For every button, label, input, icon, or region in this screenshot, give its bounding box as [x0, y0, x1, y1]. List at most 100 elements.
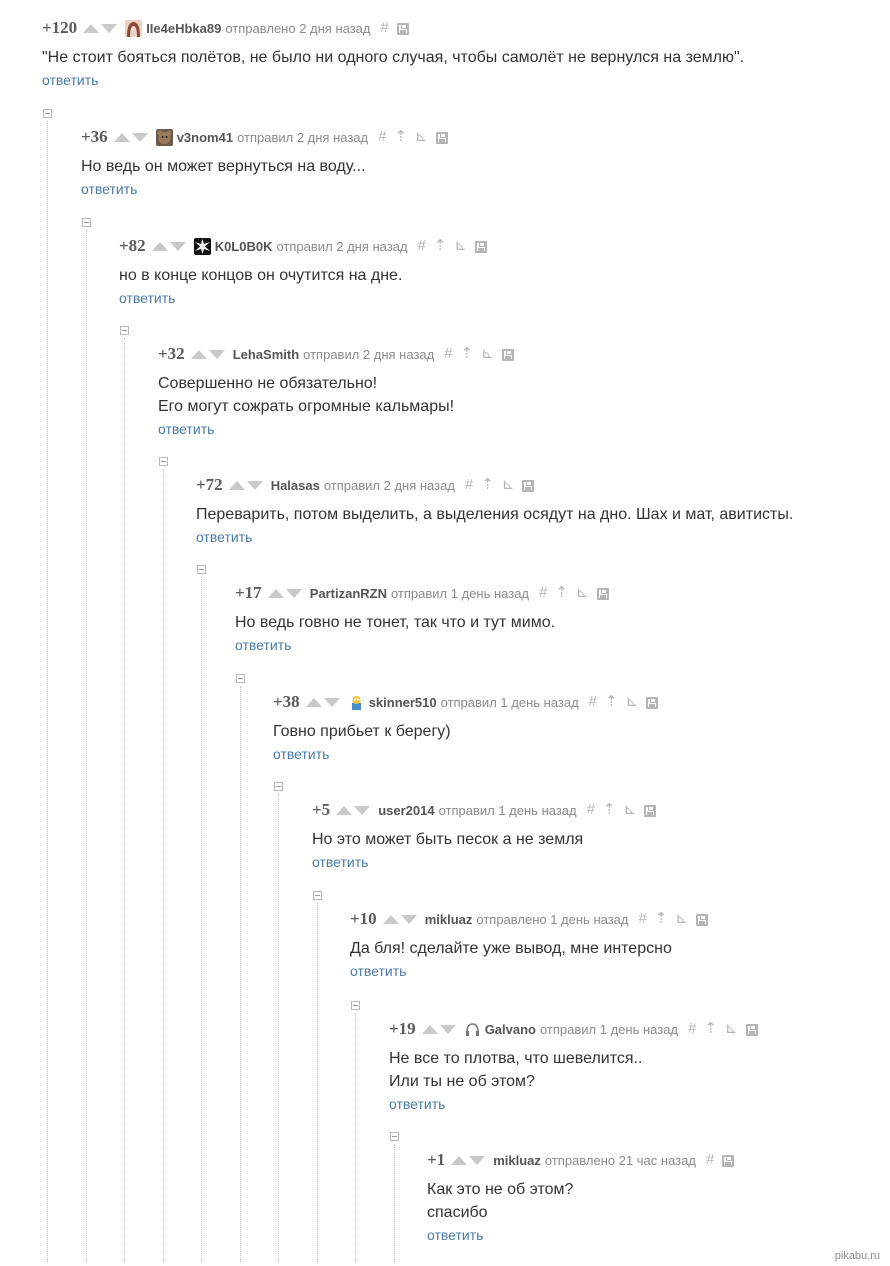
reply-link[interactable]: ответить [273, 746, 329, 762]
reply-link[interactable]: ответить [427, 1227, 483, 1243]
avatar[interactable] [125, 19, 143, 37]
parent-comment-icon[interactable]: ⇡ [461, 346, 474, 362]
parent-comment-icon[interactable]: ⇡ [434, 238, 447, 254]
comment-link-icon[interactable]: # [638, 911, 646, 927]
parent-comment-icon[interactable]: ⇡ [605, 694, 618, 710]
comment-author[interactable]: Galvano [485, 1022, 536, 1037]
downvote-icon[interactable] [285, 588, 302, 598]
comment-link-icon[interactable]: # [688, 1021, 696, 1037]
save-icon[interactable] [435, 131, 448, 144]
comment-author[interactable]: PartizanRZN [310, 586, 387, 601]
collapse-toggle-icon[interactable] [351, 1001, 360, 1010]
save-icon[interactable] [475, 240, 488, 253]
save-icon[interactable] [644, 804, 657, 817]
upvote-icon[interactable] [451, 1155, 468, 1165]
comment-link-icon[interactable]: # [444, 346, 452, 362]
collapse-toggle-icon[interactable] [197, 565, 206, 574]
upvote-icon[interactable] [305, 697, 322, 707]
save-icon[interactable] [501, 348, 514, 361]
save-icon[interactable] [722, 1154, 735, 1167]
avatar[interactable] [193, 237, 211, 255]
upvote-icon[interactable] [336, 805, 353, 815]
parent-comment-icon[interactable]: ⇡ [481, 477, 494, 493]
reply-link[interactable]: ответить [235, 637, 291, 653]
downvote-icon[interactable] [208, 349, 225, 359]
collapse-toggle-icon[interactable] [313, 891, 322, 900]
collapse-toggle-icon[interactable] [120, 326, 129, 335]
comment-author[interactable]: v3nom41 [177, 130, 233, 145]
upvote-icon[interactable] [267, 588, 284, 598]
downvote-icon[interactable] [131, 132, 148, 142]
upvote-icon[interactable] [83, 23, 100, 33]
comment-author[interactable]: user2014 [378, 803, 434, 818]
save-icon[interactable] [396, 22, 409, 35]
reply-link[interactable]: ответить [350, 963, 406, 979]
reply-link[interactable]: ответить [389, 1096, 445, 1112]
parent-comment-icon[interactable]: ⇡ [394, 129, 407, 145]
collapse-toggle-icon[interactable] [159, 457, 168, 466]
comment-author[interactable]: IIe4eHbka89 [146, 21, 221, 36]
reply-link[interactable]: ответить [158, 421, 214, 437]
upvote-icon[interactable] [151, 241, 168, 251]
downvote-icon[interactable] [469, 1155, 486, 1165]
upvote-icon[interactable] [228, 480, 245, 490]
save-icon[interactable] [745, 1023, 758, 1036]
parent-comment-icon[interactable]: ⇡ [655, 911, 668, 927]
comment-author[interactable]: K0L0B0K [215, 239, 273, 254]
collapse-toggle-icon[interactable] [82, 218, 91, 227]
reply-link[interactable]: ответить [119, 290, 175, 306]
comment-link-icon[interactable]: # [587, 802, 595, 818]
collapse-toggle-icon[interactable] [236, 674, 245, 683]
comment-author[interactable]: LehaSmith [233, 347, 299, 362]
comment-link-icon[interactable]: # [418, 238, 426, 254]
avatar[interactable] [155, 128, 173, 146]
downvote-icon[interactable] [169, 241, 186, 251]
upvote-icon[interactable] [190, 349, 207, 359]
save-icon[interactable] [596, 587, 609, 600]
save-icon[interactable] [522, 479, 535, 492]
comment-author[interactable]: Halasas [271, 478, 320, 493]
parent-comment-icon[interactable]: ⇡ [555, 585, 568, 601]
thread-branch-icon[interactable]: ⊾ [725, 1021, 738, 1037]
downvote-icon[interactable] [400, 914, 417, 924]
downvote-icon[interactable] [101, 23, 118, 33]
comment-author[interactable]: mikluaz [425, 912, 473, 927]
collapse-toggle-icon[interactable] [274, 782, 283, 791]
thread-branch-icon[interactable]: ⊾ [481, 346, 494, 362]
parent-comment-icon[interactable]: ⇡ [603, 802, 616, 818]
comment-link-icon[interactable]: # [589, 694, 597, 710]
thread-branch-icon[interactable]: ⊾ [454, 238, 467, 254]
downvote-icon[interactable] [354, 805, 371, 815]
reply-link[interactable]: ответить [42, 72, 98, 88]
thread-branch-icon[interactable]: ⊾ [415, 129, 428, 145]
parent-comment-icon[interactable]: ⇡ [704, 1021, 717, 1037]
save-icon[interactable] [646, 696, 659, 709]
avatar[interactable] [463, 1020, 481, 1038]
thread-guide-line [201, 577, 202, 1262]
comment-link-icon[interactable]: # [706, 1152, 714, 1168]
reply-link[interactable]: ответить [81, 181, 137, 197]
comment-link-icon[interactable]: # [381, 20, 389, 36]
comment-author[interactable]: mikluaz [493, 1153, 541, 1168]
upvote-icon[interactable] [421, 1024, 438, 1034]
thread-branch-icon[interactable]: ⊾ [626, 694, 639, 710]
thread-branch-icon[interactable]: ⊾ [576, 585, 589, 601]
upvote-icon[interactable] [113, 132, 130, 142]
thread-branch-icon[interactable]: ⊾ [675, 911, 688, 927]
comment-link-icon[interactable]: # [465, 477, 473, 493]
comment-author[interactable]: skinner510 [369, 695, 437, 710]
reply-link[interactable]: ответить [312, 854, 368, 870]
thread-branch-icon[interactable]: ⊾ [502, 477, 515, 493]
upvote-icon[interactable] [382, 914, 399, 924]
avatar[interactable] [347, 693, 365, 711]
downvote-icon[interactable] [246, 480, 263, 490]
collapse-toggle-icon[interactable] [390, 1132, 399, 1141]
downvote-icon[interactable] [323, 697, 340, 707]
collapse-toggle-icon[interactable] [43, 109, 52, 118]
thread-branch-icon[interactable]: ⊾ [624, 802, 637, 818]
reply-link[interactable]: ответить [196, 529, 252, 545]
save-icon[interactable] [695, 913, 708, 926]
comment-link-icon[interactable]: # [539, 585, 547, 601]
downvote-icon[interactable] [439, 1024, 456, 1034]
comment-link-icon[interactable]: # [378, 129, 386, 145]
